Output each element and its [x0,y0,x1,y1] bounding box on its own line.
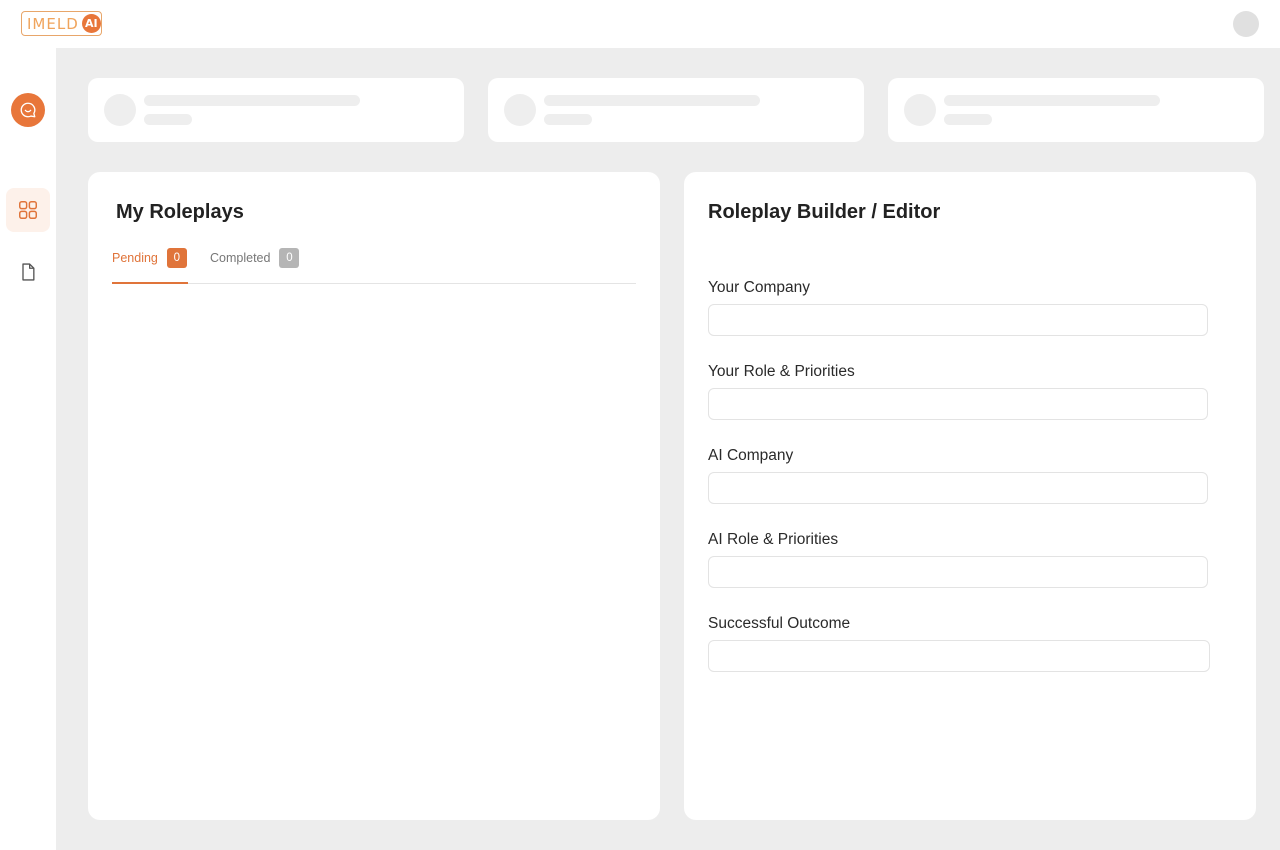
roleplay-tabs: Pending 0 Completed 0 [112,248,636,284]
your-role-input[interactable] [708,388,1208,420]
sidebar-item-dashboard[interactable] [6,188,50,232]
builder-title: Roleplay Builder / Editor [708,201,941,223]
tab-pending[interactable]: Pending 0 [112,248,188,284]
skeleton-line [544,114,592,125]
stat-card-placeholder [488,78,864,142]
successful-outcome-label: Successful Outcome [708,615,851,632]
user-avatar[interactable] [1233,11,1259,37]
skeleton-avatar [104,94,136,126]
app-logo[interactable]: IMELD AI [21,11,102,36]
chat-button[interactable] [11,93,45,127]
successful-outcome-input[interactable] [708,640,1210,672]
ai-company-label: AI Company [708,447,794,464]
logo-badge: AI [81,14,101,33]
skeleton-line [944,95,1160,106]
my-roleplays-panel: My Roleplays Pending 0 Completed 0 [88,172,660,820]
top-bar: IMELD AI [0,0,1280,48]
tab-pending-label: Pending [112,251,158,265]
your-company-input[interactable] [708,304,1208,336]
ai-role-label: AI Role & Priorities [708,531,839,548]
skeleton-line [544,95,760,106]
logo-text: IMELD [27,14,79,33]
tab-completed[interactable]: Completed 0 [210,248,300,284]
skeleton-line [144,95,360,106]
ai-role-input[interactable] [708,556,1208,588]
your-company-label: Your Company [708,279,810,296]
document-icon [22,263,35,281]
tab-pending-count: 0 [166,248,187,268]
tab-completed-label: Completed [210,251,271,265]
my-roleplays-title: My Roleplays [116,201,244,223]
skeleton-line [944,114,992,125]
your-role-label: Your Role & Priorities [708,363,855,380]
sidebar-item-documents[interactable] [6,250,50,294]
stat-card-placeholder [888,78,1264,142]
stat-card-placeholder [88,78,464,142]
main-content: My Roleplays Pending 0 Completed 0 Rolep… [56,48,1280,850]
grid-icon [19,201,37,219]
ai-company-input[interactable] [708,472,1208,504]
skeleton-avatar [904,94,936,126]
tab-completed-count: 0 [279,248,300,268]
skeleton-line [144,114,192,125]
chat-icon [20,102,36,118]
roleplay-builder-panel: Roleplay Builder / Editor Your Company Y… [684,172,1256,820]
sidebar [0,48,56,850]
skeleton-avatar [504,94,536,126]
